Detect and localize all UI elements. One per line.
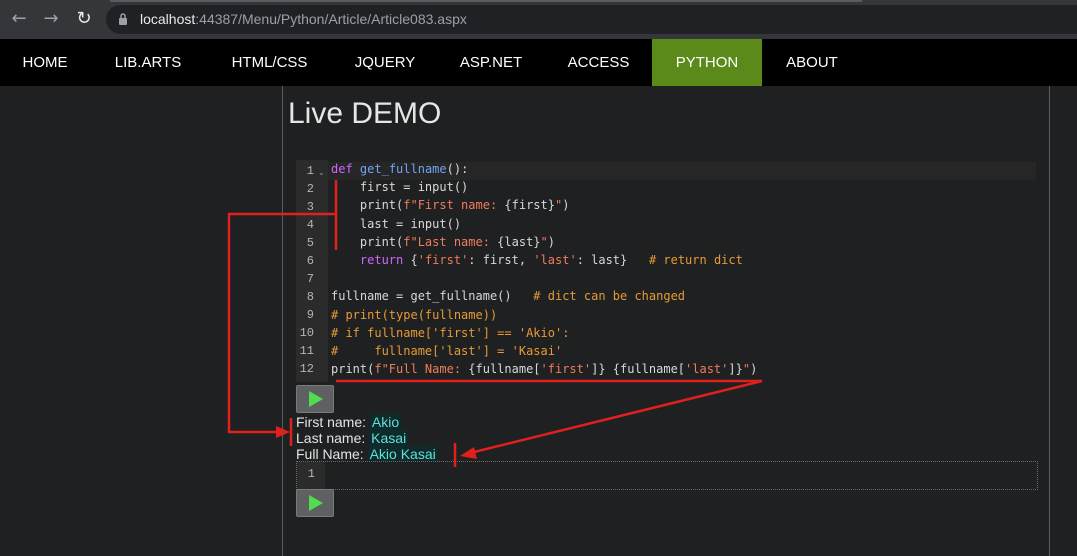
page-title: Live DEMO: [288, 97, 442, 130]
nav-item-python[interactable]: PYTHON: [652, 39, 762, 86]
line-number: 9: [306, 308, 314, 322]
line-number: 11: [299, 344, 314, 358]
annotation-arrow: [469, 379, 763, 455]
line-number: 4: [306, 218, 314, 232]
line-number: 3: [306, 200, 314, 214]
code-line: def get_fullname():: [331, 162, 469, 176]
output-value: Akio: [369, 414, 402, 430]
line-number: 12: [299, 362, 314, 376]
tab-strip-edge: [110, 0, 862, 2]
site-nav: HOME LIB.ARTS HTML/CSS JQUERY ASP.NET AC…: [0, 39, 1077, 86]
arrowhead-icon: [276, 426, 290, 438]
nav-item-about[interactable]: ABOUT: [762, 39, 862, 86]
line-number: 10: [299, 326, 314, 340]
nav-item-asp-net[interactable]: ASP.NET: [437, 39, 545, 86]
output-value: Akio Kasai: [367, 446, 438, 462]
line-number: 1: [306, 164, 314, 178]
code-line: last = input(): [331, 216, 462, 231]
code-editor[interactable]: 1 ⌄ 2 3 4 5 6 7 8 9 10 11 12 def get_ful…: [296, 160, 1036, 382]
code-line: # if fullname['first'] == 'Akio':: [331, 325, 570, 340]
url-path: :44387/Menu/Python/Article/Article083.as…: [195, 11, 467, 27]
code-line: print(f"First name: {first}"): [331, 198, 570, 213]
code-line: print(f"Full Name: {fullname['first']} {…: [331, 362, 758, 377]
arrowhead-icon: [460, 447, 477, 459]
line-number: 6: [306, 254, 314, 268]
code-line: fullname = get_fullname() # dict can be …: [331, 289, 686, 304]
run-button[interactable]: [296, 489, 334, 517]
url-text[interactable]: localhost:44387/Menu/Python/Article/Arti…: [140, 11, 467, 27]
run-button[interactable]: [296, 385, 334, 413]
line-number: 7: [306, 272, 314, 286]
output-label: First name:: [296, 414, 367, 430]
nav-item-jquery[interactable]: JQUERY: [333, 39, 437, 86]
output-full-name: Full Name: Akio Kasai: [296, 446, 438, 462]
content-border-right: [1049, 86, 1050, 556]
input-editor[interactable]: 1: [296, 461, 1038, 490]
lock-icon: [119, 13, 127, 25]
code-line: print(f"Last name: {last}"): [331, 234, 555, 249]
output-value: Kasai: [369, 430, 409, 446]
back-arrow-icon[interactable]: ←: [9, 9, 29, 29]
line-number-gutter: 1: [297, 462, 325, 489]
line-number-gutter: 1 ⌄ 2 3 4 5 6 7 8 9 10 11 12: [296, 160, 328, 382]
code-content[interactable]: def get_fullname(): first = input() prin…: [331, 160, 757, 378]
nav-item-home[interactable]: HOME: [0, 39, 90, 86]
nav-item-access[interactable]: ACCESS: [545, 39, 652, 86]
output-last-name: Last name: Kasai: [296, 430, 409, 446]
nav-item-lib-arts[interactable]: LIB.ARTS: [90, 39, 206, 86]
output-first-name: First name: Akio: [296, 414, 402, 430]
code-line: # print(type(fullname)): [331, 307, 498, 322]
code-line: first = input(): [331, 180, 469, 195]
play-icon: [309, 495, 323, 511]
reload-icon[interactable]: ↻: [74, 9, 94, 29]
code-line: return {'first': first, 'last': last} # …: [359, 252, 743, 267]
line-number: 5: [306, 236, 314, 250]
line-number: 8: [306, 290, 314, 304]
forward-arrow-icon[interactable]: →: [41, 9, 61, 29]
line-number: 1: [307, 467, 315, 481]
url-host: localhost: [140, 11, 196, 27]
output-label: Full Name:: [296, 446, 364, 462]
line-number: 2: [306, 182, 314, 196]
browser-toolbar: ← → ↻ localhost:44387/Menu/Python/Articl…: [0, 0, 1077, 39]
nav-item-html-css[interactable]: HTML/CSS: [206, 39, 333, 86]
play-icon: [309, 391, 323, 407]
content-border-left: [282, 86, 283, 556]
output-label: Last name:: [296, 430, 366, 446]
code-line: # fullname['last'] = 'Kasai': [331, 343, 563, 358]
fold-arrow-icon[interactable]: ⌄: [318, 168, 325, 177]
